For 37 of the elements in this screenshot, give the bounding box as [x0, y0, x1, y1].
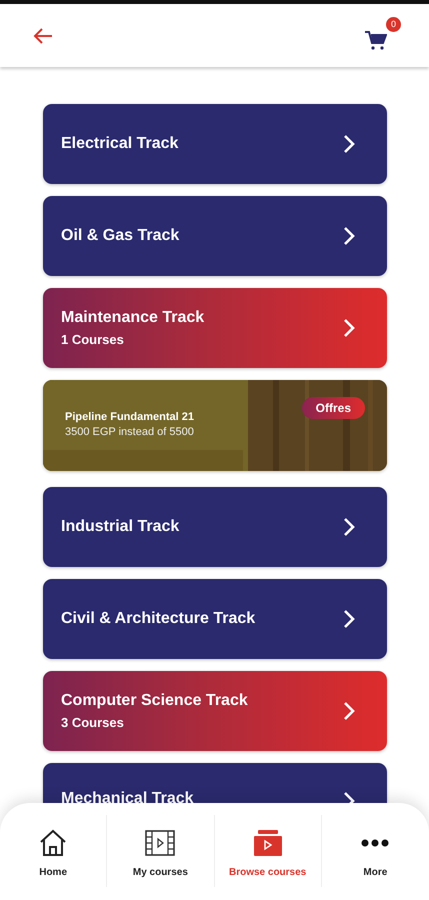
home-icon [38, 829, 68, 857]
course-count: 3 Courses [61, 715, 125, 730]
offer-price: 3500 EGP instead of 5500 [65, 426, 194, 438]
track-card[interactable]: Computer Science Track 3 Courses [43, 671, 387, 751]
track-title: Mechanical Track [61, 790, 194, 803]
track-card[interactable]: Oil & Gas Track [43, 196, 387, 276]
offer-badge: Offres [302, 397, 365, 419]
course-count: 1 Courses [61, 332, 125, 347]
nav-tab[interactable]: More [322, 815, 429, 887]
track-card[interactable]: Electrical Track [43, 104, 387, 184]
offer-title: Pipeline Fundamental 21 [65, 411, 194, 423]
film-icon [145, 830, 176, 856]
track-card[interactable]: Maintenance Track 1 Courses [43, 288, 387, 368]
more-icon [361, 839, 390, 847]
nav-tab[interactable]: My courses [107, 815, 214, 887]
cart-count-badge: 0 [386, 16, 401, 32]
track-title: Oil & Gas Track [61, 227, 180, 245]
track-card[interactable]: Mechanical Track [43, 763, 387, 803]
track-title: Electrical Track [61, 135, 178, 153]
track-title: Computer Science Track [61, 692, 248, 710]
nav-tab[interactable]: Home [0, 815, 108, 887]
offer-card[interactable]: Pipeline Fundamental 21 3500 EGP instead of 5500 Offres [43, 380, 387, 471]
chevron-right-icon [343, 701, 355, 721]
track-title: Maintenance Track [61, 309, 204, 327]
chevron-right-icon [343, 517, 355, 537]
nav-tab[interactable]: Browse courses [214, 815, 322, 887]
chevron-right-icon [343, 134, 355, 154]
track-card[interactable]: Industrial Track [43, 487, 387, 567]
track-title: Civil & Architecture Track [61, 610, 256, 628]
back-arrow-icon[interactable] [33, 28, 53, 44]
video-stack-icon [252, 830, 283, 856]
chevron-right-icon [343, 609, 355, 629]
track-title: Industrial Track [61, 518, 180, 536]
cart-icon[interactable] [365, 30, 387, 50]
chevron-right-icon [343, 226, 355, 246]
track-card[interactable]: Civil & Architecture Track [43, 579, 387, 659]
chevron-right-icon [343, 318, 355, 338]
